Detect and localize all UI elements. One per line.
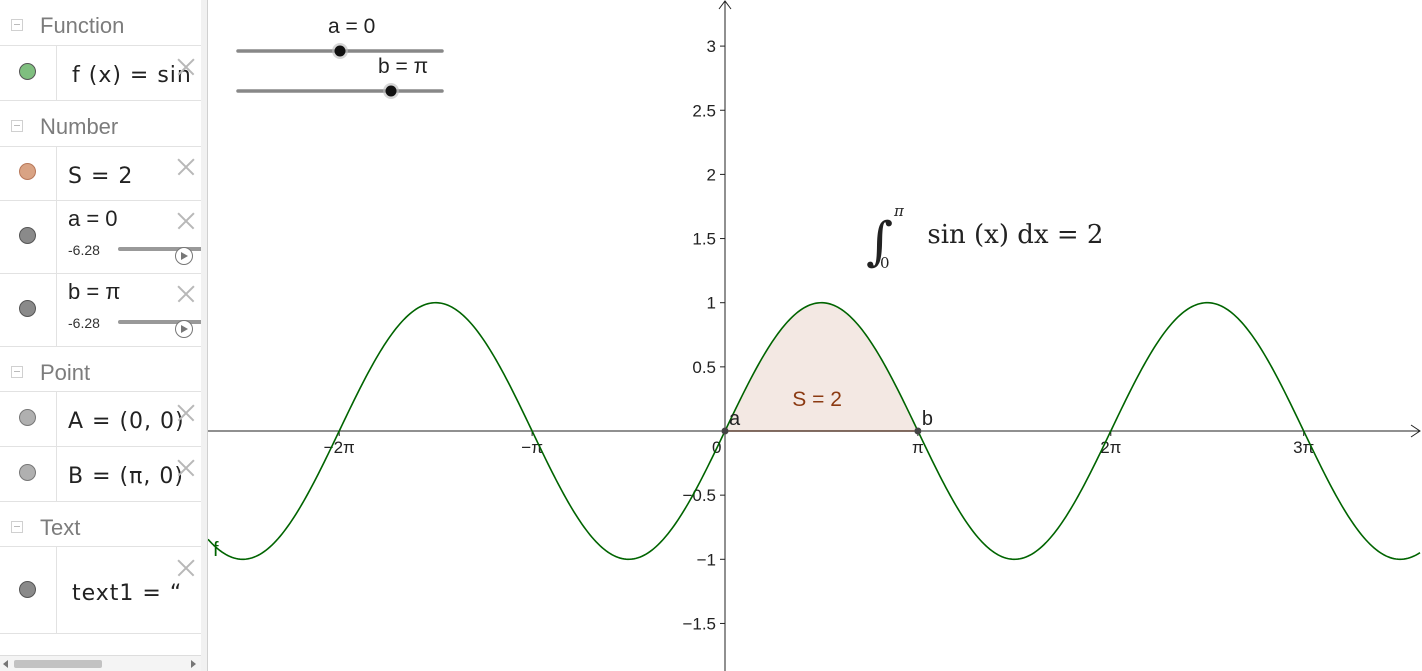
algebra-item-B[interactable]: B = (π, 0) — [0, 446, 201, 502]
visibility-toggle[interactable] — [19, 581, 36, 598]
group-title: Point — [40, 360, 91, 385]
algebra-expression[interactable]: B = (π, 0) — [68, 464, 184, 489]
algebra-view: Function f (x) = sin ( Number S = 2 a = … — [0, 0, 202, 671]
y-tick-label: 2.5 — [692, 101, 716, 120]
group-title: Function — [40, 13, 125, 38]
visibility-toggle[interactable] — [19, 464, 36, 481]
algebra-expression[interactable]: text1 = “ — [72, 581, 182, 606]
row-separator — [56, 392, 57, 446]
area-label: S = 2 — [792, 388, 842, 411]
slider-label-a: a = 0 — [328, 15, 376, 38]
visibility-toggle[interactable] — [19, 63, 36, 80]
delete-icon[interactable] — [177, 158, 195, 176]
graphics-view[interactable]: −2π −π 0 π 2π 3π 3 2.5 2 1.5 1 0.5 −0.5 −1 −1.5 f S = 2a… — [208, 0, 1422, 671]
slider-label-b: b = π — [378, 55, 429, 78]
delete-icon[interactable] — [177, 459, 195, 477]
point-a[interactable] — [721, 427, 729, 435]
slider-min-label: -6.28 — [68, 242, 100, 258]
group-title: Text — [40, 515, 81, 540]
visibility-toggle[interactable] — [19, 300, 36, 317]
row-separator — [56, 547, 57, 633]
collapse-icon[interactable] — [11, 19, 23, 31]
scroll-right-icon[interactable] — [191, 660, 196, 668]
point-label-a: a — [729, 408, 741, 430]
group-header-text[interactable]: Text — [0, 504, 201, 550]
y-tick-label: −1.5 — [682, 614, 716, 633]
delete-icon[interactable] — [177, 58, 195, 76]
collapse-icon[interactable] — [11, 366, 23, 378]
collapse-icon[interactable] — [11, 120, 23, 132]
y-tick-label: −0.5 — [682, 486, 716, 505]
algebra-item-b[interactable]: b = π -6.28 — [0, 273, 201, 347]
y-tick-label: 3 — [707, 37, 716, 56]
visibility-toggle[interactable] — [19, 409, 36, 426]
algebra-item-S[interactable]: S = 2 — [0, 146, 201, 201]
integral-lower-limit: 0 — [880, 254, 890, 272]
algebra-item-A[interactable]: A = (0, 0) — [0, 391, 201, 447]
slider-handle-b[interactable] — [385, 85, 397, 97]
integral-body: sin (x) dx = 2 — [927, 220, 1104, 250]
visibility-toggle[interactable] — [19, 227, 36, 244]
y-tick-label: 1 — [707, 294, 716, 313]
horizontal-scrollbar[interactable] — [0, 655, 201, 671]
visibility-toggle[interactable] — [19, 163, 36, 180]
delete-icon[interactable] — [177, 212, 195, 230]
algebra-expression[interactable]: S = 2 — [68, 164, 133, 189]
point-b[interactable] — [914, 427, 922, 435]
algebra-item-text1[interactable]: text1 = “ — [0, 546, 201, 634]
play-icon[interactable] — [175, 320, 193, 338]
scroll-left-icon[interactable] — [3, 660, 8, 668]
row-separator — [56, 274, 57, 346]
y-tick-label: 0.5 — [692, 358, 716, 377]
play-icon[interactable] — [175, 247, 193, 265]
group-title: Number — [40, 114, 119, 139]
collapse-icon[interactable] — [11, 521, 23, 533]
delete-icon[interactable] — [177, 559, 195, 577]
group-header-point[interactable]: Point — [0, 349, 201, 395]
point-label-b: b — [922, 408, 933, 430]
row-separator — [56, 447, 57, 501]
row-separator — [56, 147, 57, 200]
delete-icon[interactable] — [177, 285, 195, 303]
row-separator — [56, 46, 57, 100]
integral-upper-limit: π — [894, 202, 904, 220]
y-tick-label: 2 — [707, 165, 716, 184]
algebra-expression[interactable]: A = (0, 0) — [68, 409, 185, 434]
function-label: f — [213, 539, 219, 561]
algebra-expression[interactable]: a = 0 — [68, 206, 118, 232]
row-separator — [56, 201, 57, 273]
algebra-item-f[interactable]: f (x) = sin ( — [0, 45, 201, 101]
group-header-number[interactable]: Number — [0, 103, 201, 149]
algebra-expression[interactable]: b = π — [68, 279, 121, 305]
slider-handle-a[interactable] — [334, 45, 346, 57]
slider-min-label: -6.28 — [68, 315, 100, 331]
shaded-area[interactable] — [725, 302, 918, 432]
algebra-item-a[interactable]: a = 0 -6.28 — [0, 200, 201, 274]
group-header-function[interactable]: Function — [0, 2, 201, 48]
delete-icon[interactable] — [177, 404, 195, 422]
coordinate-plane[interactable]: −2π −π 0 π 2π 3π32.521.510.5−0.5−1−1.5fS = 2a… — [208, 0, 1422, 671]
y-tick-label: 1.5 — [692, 230, 716, 249]
scrollbar-thumb[interactable] — [14, 660, 102, 668]
y-tick-label: −1 — [697, 550, 716, 569]
integral-text[interactable]: ∫ π 0 sin (x) dx = 2 — [866, 200, 1103, 272]
panel-splitter[interactable] — [201, 0, 208, 671]
